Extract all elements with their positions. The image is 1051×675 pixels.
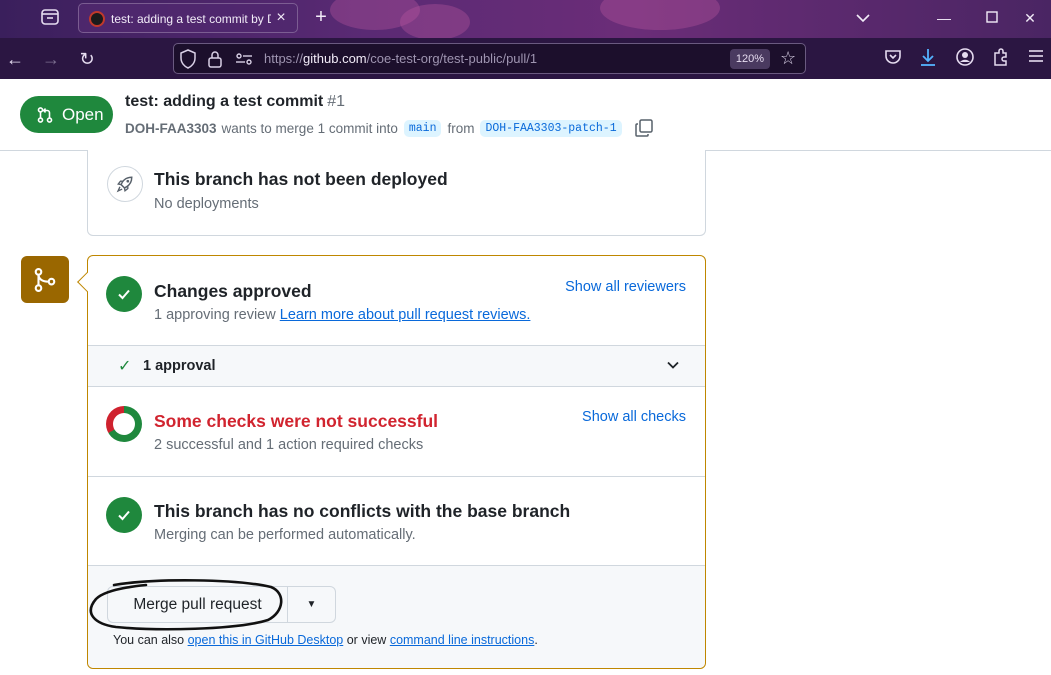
checks-status-section: Some checks were not successful 2 succes… bbox=[88, 387, 705, 476]
merge-pull-request-button[interactable]: Merge pull request bbox=[107, 586, 288, 623]
triangle-down-icon: ▼ bbox=[306, 599, 317, 610]
extensions-puzzle-icon[interactable] bbox=[991, 47, 1013, 69]
review-status-section: Changes approved 1 approving review Lear… bbox=[88, 256, 705, 345]
review-count-text: 1 approving review bbox=[154, 307, 276, 323]
footer-prefix: You can also bbox=[113, 633, 185, 647]
minimize-window-icon[interactable]: — bbox=[933, 8, 955, 28]
browser-tab[interactable]: test: adding a test commit by DOH-FAA330… bbox=[78, 3, 298, 33]
check-icon: ✓ bbox=[118, 358, 132, 375]
merge-footer-text: You can also open this in GitHub Desktop… bbox=[113, 633, 538, 647]
learn-reviews-link[interactable]: Learn more about pull request reviews. bbox=[280, 307, 531, 323]
permissions-icon[interactable] bbox=[234, 49, 254, 69]
back-arrow-icon[interactable]: ← bbox=[4, 48, 26, 70]
pr-state-badge: Open bbox=[20, 96, 113, 133]
list-all-tabs-chevron-icon[interactable] bbox=[852, 8, 874, 28]
deployment-status-card: This branch has not been deployed No dep… bbox=[87, 150, 706, 236]
github-desktop-link[interactable]: open this in GitHub Desktop bbox=[188, 633, 344, 647]
pr-state-label: Open bbox=[62, 104, 104, 124]
merge-box: Changes approved 1 approving review Lear… bbox=[77, 255, 706, 669]
github-favicon-icon bbox=[89, 11, 105, 27]
git-pull-request-icon bbox=[37, 106, 53, 123]
conflicts-title: This branch has no conflicts with the ba… bbox=[154, 501, 571, 521]
footer-middle: or view bbox=[346, 633, 387, 647]
reload-icon[interactable]: ↻ bbox=[76, 48, 98, 70]
account-icon[interactable] bbox=[955, 47, 977, 69]
new-tab-icon[interactable]: + bbox=[310, 6, 332, 28]
url-scheme: https:// bbox=[264, 51, 304, 66]
conflicts-subtitle: Merging can be performed automatically. bbox=[154, 527, 416, 543]
from-text: from bbox=[447, 120, 475, 136]
forward-arrow-icon[interactable]: → bbox=[40, 48, 62, 70]
url-text[interactable]: https://github.com/coe-test-org/test-pub… bbox=[264, 51, 537, 66]
merge-actions: Merge pull request ▼ You can also open t… bbox=[88, 565, 705, 668]
url-host: github.com bbox=[303, 51, 367, 66]
rocket-icon bbox=[107, 166, 143, 202]
command-line-instructions-link[interactable]: command line instructions bbox=[390, 633, 535, 647]
close-window-icon[interactable]: ✕ bbox=[1019, 8, 1041, 28]
pr-title-text: test: adding a test commit bbox=[125, 93, 324, 110]
checks-subtitle: 2 successful and 1 action required check… bbox=[154, 437, 424, 453]
merge-method-dropdown[interactable]: ▼ bbox=[288, 586, 336, 623]
approvals-toggle[interactable]: ✓ 1 approval bbox=[88, 345, 705, 387]
tab-title: test: adding a test commit by DOH-FAA330… bbox=[111, 12, 271, 26]
pr-title: test: adding a test commit #1 bbox=[125, 93, 345, 111]
review-subtitle: 1 approving review Learn more about pull… bbox=[154, 307, 530, 323]
checks-title: Some checks were not successful bbox=[154, 411, 439, 431]
close-tab-icon[interactable]: × bbox=[273, 9, 289, 27]
conflicts-status-section: This branch has no conflicts with the ba… bbox=[88, 477, 705, 565]
base-branch-label[interactable]: main bbox=[403, 119, 442, 137]
head-branch-label[interactable]: DOH-FAA3303-patch-1 bbox=[480, 119, 622, 137]
show-all-checks-link[interactable]: Show all checks bbox=[582, 409, 686, 425]
background-decoration bbox=[600, 0, 720, 30]
url-bar[interactable]: https://github.com/coe-test-org/test-pub… bbox=[173, 43, 806, 74]
hamburger-menu-icon[interactable] bbox=[1027, 47, 1049, 69]
review-title: Changes approved bbox=[154, 281, 312, 301]
lock-icon[interactable] bbox=[207, 49, 227, 69]
merge-button-group: Merge pull request ▼ bbox=[107, 586, 336, 623]
git-merge-icon bbox=[21, 256, 69, 303]
background-decoration bbox=[400, 4, 470, 40]
browser-nav-bar: ← → ↻ https://github.com/coe-test-org/te… bbox=[0, 38, 1051, 79]
pr-number: #1 bbox=[327, 93, 346, 110]
shield-icon[interactable] bbox=[179, 49, 199, 69]
pocket-icon[interactable] bbox=[883, 47, 905, 69]
chevron-down-icon[interactable] bbox=[665, 357, 683, 375]
checks-status-donut-icon bbox=[106, 406, 142, 442]
pr-meta-text: wants to merge 1 commit into bbox=[221, 120, 398, 136]
approval-count: 1 approval bbox=[143, 358, 216, 374]
pr-meta: DOH-FAA3303 wants to merge 1 commit into… bbox=[125, 118, 654, 138]
deployment-title: This branch has not been deployed bbox=[154, 169, 448, 189]
pr-author-link[interactable]: DOH-FAA3303 bbox=[125, 121, 217, 136]
check-circle-icon bbox=[106, 497, 142, 533]
maximize-window-icon[interactable] bbox=[981, 8, 1003, 28]
show-all-reviewers-link[interactable]: Show all reviewers bbox=[565, 279, 686, 295]
pr-sticky-header: Open test: adding a test commit #1 DOH-FA… bbox=[0, 79, 1051, 151]
deployment-subtitle: No deployments bbox=[154, 196, 259, 212]
bookmark-star-icon[interactable]: ☆ bbox=[780, 47, 800, 69]
url-path: /coe-test-org/test-public/pull/1 bbox=[366, 51, 538, 66]
browser-tab-bar: test: adding a test commit by DOH-FAA330… bbox=[0, 0, 1051, 40]
footer-suffix: . bbox=[534, 633, 538, 647]
zoom-level-badge[interactable]: 120% bbox=[730, 49, 770, 69]
tab-list-icon[interactable] bbox=[40, 8, 62, 28]
check-circle-icon bbox=[106, 276, 142, 312]
copy-icon[interactable] bbox=[634, 118, 654, 138]
downloads-icon[interactable] bbox=[918, 47, 940, 69]
